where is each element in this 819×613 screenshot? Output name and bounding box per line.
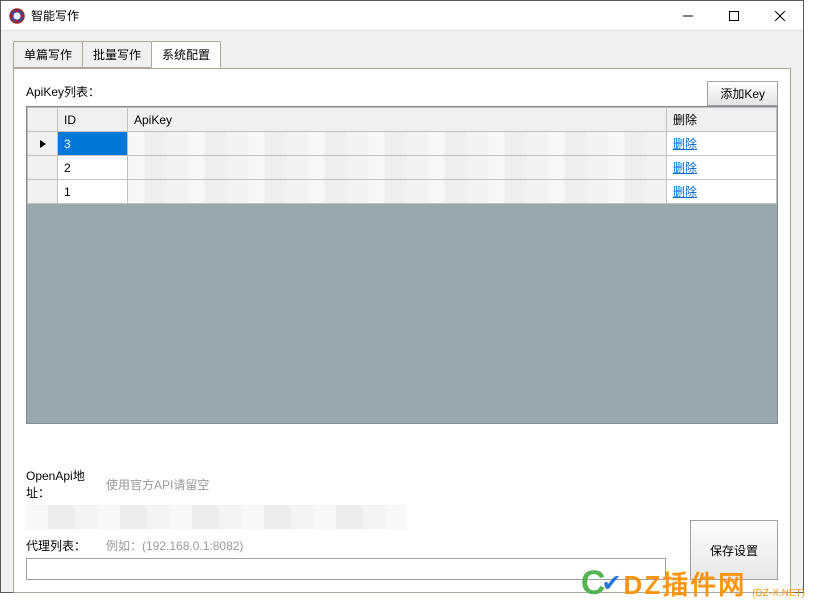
cell-delete: 删除 (667, 180, 777, 204)
proxy-placeholder-text: 例如：(192.168.0.1:8082) (106, 537, 243, 554)
openapi-label: OpenApi地址： (26, 467, 106, 501)
add-key-button[interactable]: 添加Key (707, 81, 778, 106)
titlebar: 智能写作 (1, 1, 803, 31)
cell-id[interactable]: 3 (58, 132, 128, 156)
apikey-grid: ID ApiKey 删除 3 删除 2 (26, 106, 778, 424)
maximize-button[interactable] (711, 1, 757, 30)
tab-system-config[interactable]: 系统配置 (151, 41, 221, 68)
cell-apikey[interactable] (128, 132, 667, 156)
window-controls (665, 1, 803, 30)
tab-single-write[interactable]: 单篇写作 (13, 41, 83, 68)
app-icon (9, 8, 25, 24)
tab-panel-system-config: ApiKey列表： 添加Key ID ApiKey 删除 3 (13, 68, 791, 593)
close-button[interactable] (757, 1, 803, 30)
table-row[interactable]: 1 删除 (28, 180, 777, 204)
save-settings-button[interactable]: 保存设置 (690, 520, 778, 580)
openapi-placeholder-text: 使用官方API请留空 (106, 476, 209, 493)
proxy-input[interactable] (26, 558, 666, 580)
grid-header-row: ID ApiKey 删除 (28, 108, 777, 132)
col-apikey: ApiKey (128, 108, 667, 132)
tab-batch-write[interactable]: 批量写作 (82, 41, 152, 68)
apikey-list-label: ApiKey列表： (26, 83, 100, 100)
row-indicator-cell (28, 132, 58, 156)
row-indicator-cell (28, 156, 58, 180)
minimize-button[interactable] (665, 1, 711, 30)
col-id: ID (58, 108, 128, 132)
col-rowheader (28, 108, 58, 132)
row-indicator-icon (40, 140, 46, 148)
proxy-label: 代理列表： (26, 537, 106, 554)
cell-delete: 删除 (667, 156, 777, 180)
openapi-value-redacted (26, 505, 406, 529)
app-window: 智能写作 单篇写作 批量写作 系统配置 ApiKey列表： 添加Key ID A… (0, 0, 804, 593)
row-indicator-cell (28, 180, 58, 204)
bottom-form: OpenApi地址： 使用官方API请留空 代理列表： 例如：(192.168.… (26, 467, 778, 580)
table-row[interactable]: 2 删除 (28, 156, 777, 180)
delete-link[interactable]: 删除 (673, 137, 697, 151)
cell-id[interactable]: 2 (58, 156, 128, 180)
tab-strip: 单篇写作 批量写作 系统配置 (1, 31, 803, 68)
table-row[interactable]: 3 删除 (28, 132, 777, 156)
delete-link[interactable]: 删除 (673, 161, 697, 175)
cell-delete: 删除 (667, 132, 777, 156)
cell-id[interactable]: 1 (58, 180, 128, 204)
cell-apikey[interactable] (128, 156, 667, 180)
col-delete: 删除 (667, 108, 777, 132)
window-title: 智能写作 (31, 7, 665, 24)
delete-link[interactable]: 删除 (673, 185, 697, 199)
cell-apikey[interactable] (128, 180, 667, 204)
